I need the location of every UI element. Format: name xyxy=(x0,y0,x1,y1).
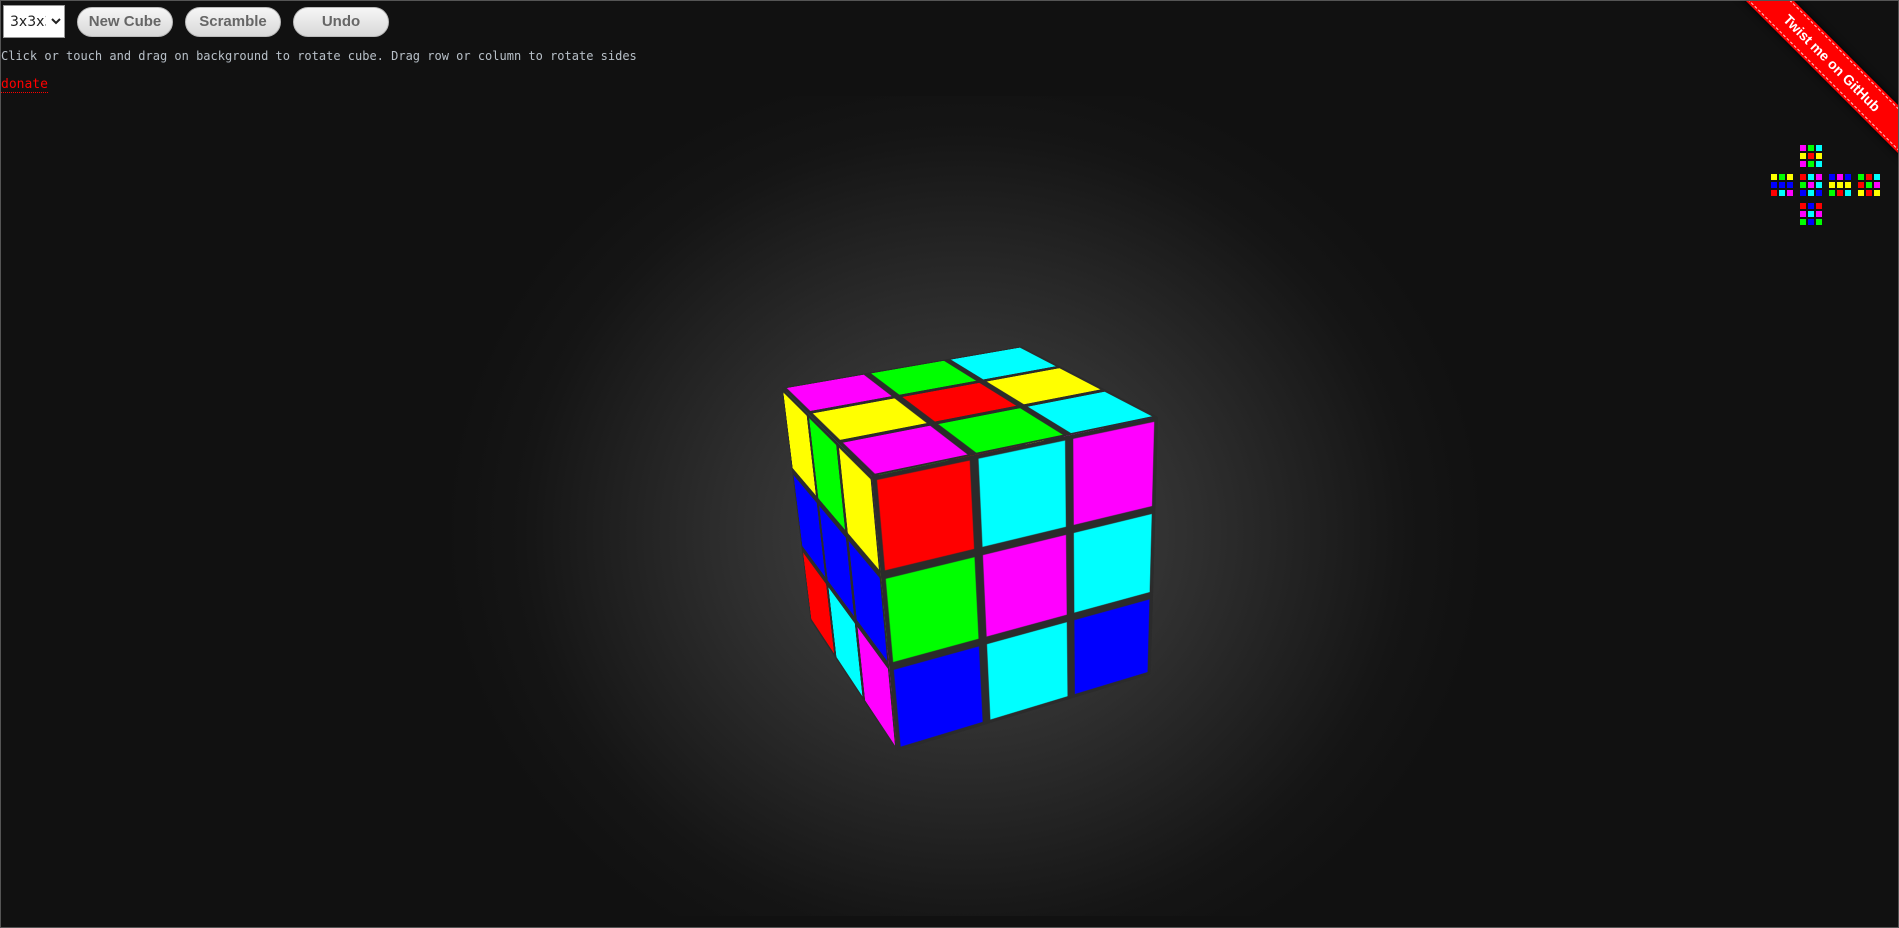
net-sticker xyxy=(1800,182,1806,188)
net-sticker xyxy=(1858,190,1864,196)
net-sticker xyxy=(1829,182,1835,188)
cube-size-select[interactable]: 3x3x3 xyxy=(3,5,65,38)
net-sticker xyxy=(1779,174,1785,180)
net-sticker xyxy=(1808,219,1814,225)
net-sticker xyxy=(1866,174,1872,180)
net-sticker xyxy=(1779,182,1785,188)
github-ribbon-label[interactable]: Twist me on GitHub xyxy=(1733,0,1899,162)
net-sticker xyxy=(1816,190,1822,196)
net-sticker xyxy=(1787,182,1793,188)
net-sticker xyxy=(1866,182,1872,188)
net-sticker xyxy=(1829,174,1835,180)
net-sticker xyxy=(1800,190,1806,196)
net-sticker xyxy=(1808,211,1814,217)
scramble-button[interactable]: Scramble xyxy=(185,6,281,37)
cube-sticker[interactable] xyxy=(982,534,1067,637)
net-sticker xyxy=(1808,182,1814,188)
net-sticker xyxy=(1808,190,1814,196)
net-sticker xyxy=(1874,182,1880,188)
net-face-bottom xyxy=(1800,203,1824,227)
net-face-front xyxy=(1800,174,1824,198)
net-sticker xyxy=(1787,190,1793,196)
net-sticker xyxy=(1771,174,1777,180)
net-sticker xyxy=(1866,190,1872,196)
net-sticker xyxy=(1800,211,1806,217)
net-sticker xyxy=(1816,203,1822,209)
cube-sticker[interactable] xyxy=(876,460,975,571)
net-sticker xyxy=(1808,203,1814,209)
cube-sticker[interactable] xyxy=(1073,513,1152,613)
cube-sticker[interactable] xyxy=(885,557,979,663)
net-sticker xyxy=(1787,174,1793,180)
net-sticker xyxy=(1845,190,1851,196)
net-face-left xyxy=(1771,174,1795,198)
net-sticker xyxy=(1800,174,1806,180)
toolbar: 3x3x3 New Cube Scramble Undo xyxy=(3,5,389,38)
net-sticker xyxy=(1808,174,1814,180)
github-ribbon[interactable]: Twist me on GitHub xyxy=(1729,0,1899,170)
net-sticker xyxy=(1845,182,1851,188)
net-sticker xyxy=(1858,174,1864,180)
net-sticker xyxy=(1816,219,1822,225)
net-sticker xyxy=(1837,174,1843,180)
net-sticker xyxy=(1800,219,1806,225)
net-sticker xyxy=(1845,174,1851,180)
net-sticker xyxy=(1837,190,1843,196)
net-sticker xyxy=(1858,182,1864,188)
new-cube-button[interactable]: New Cube xyxy=(77,6,173,37)
net-sticker xyxy=(1771,182,1777,188)
cube-sticker[interactable] xyxy=(978,440,1066,547)
undo-button[interactable]: Undo xyxy=(293,6,389,37)
net-sticker xyxy=(1874,174,1880,180)
net-sticker xyxy=(1779,190,1785,196)
cube-3d[interactable] xyxy=(781,346,1159,752)
net-sticker xyxy=(1829,190,1835,196)
net-sticker xyxy=(1837,182,1843,188)
donate-link[interactable]: donate xyxy=(1,77,48,93)
cube-sticker[interactable] xyxy=(1073,421,1155,525)
net-sticker xyxy=(1771,190,1777,196)
net-sticker xyxy=(1800,203,1806,209)
net-sticker xyxy=(1816,211,1822,217)
net-face-back xyxy=(1858,174,1882,198)
net-sticker xyxy=(1816,174,1822,180)
net-face-right xyxy=(1829,174,1853,198)
net-sticker xyxy=(1874,190,1880,196)
instructions-text: Click or touch and drag on background to… xyxy=(1,49,637,63)
net-sticker xyxy=(1816,182,1822,188)
